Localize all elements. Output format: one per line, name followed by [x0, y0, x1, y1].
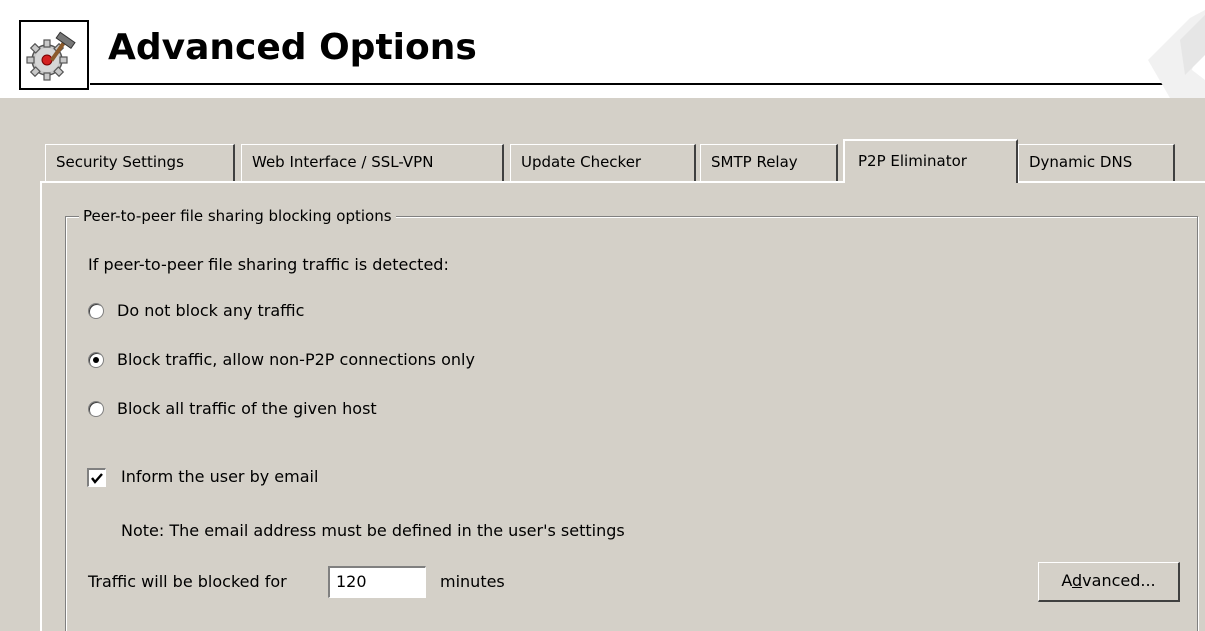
block-duration-input[interactable]: 120 [328, 566, 426, 598]
tab-p2p-eliminator[interactable]: P2P Eliminator [843, 139, 1018, 183]
group-legend: Peer-to-peer file sharing blocking optio… [79, 205, 396, 227]
advanced-button[interactable]: Advanced... [1038, 562, 1180, 602]
gear-tools-icon [19, 20, 89, 90]
checkmark-icon [91, 473, 103, 484]
radio-block-allow-non-p2p-label[interactable]: Block traffic, allow non-P2P connections… [117, 349, 475, 371]
tab-update-checker[interactable]: Update Checker [510, 144, 696, 181]
page-title: Advanced Options [108, 27, 477, 68]
advanced-button-mnemonic: d [1072, 571, 1083, 590]
inform-email-label[interactable]: Inform the user by email [121, 466, 318, 488]
detection-prompt: If peer-to-peer file sharing traffic is … [88, 255, 449, 274]
tab-smtp-relay[interactable]: SMTP Relay [700, 144, 838, 181]
corner-decoration [1130, 0, 1205, 98]
radio-do-not-block-label[interactable]: Do not block any traffic [117, 300, 304, 322]
tab-web-interface-ssl-vpn[interactable]: Web Interface / SSL-VPN [241, 144, 504, 181]
header-divider [90, 83, 1205, 85]
advanced-button-label-suffix: vanced... [1082, 571, 1156, 590]
radio-block-all-traffic[interactable] [88, 401, 104, 417]
block-duration-label: Traffic will be blocked for [88, 572, 287, 591]
inform-email-checkbox[interactable] [87, 468, 106, 487]
radio-selected-dot [93, 357, 99, 363]
header: Advanced Options [0, 0, 1205, 98]
tab-security-settings[interactable]: Security Settings [45, 144, 235, 181]
minutes-label: minutes [440, 572, 505, 591]
email-note: Note: The email address must be defined … [121, 521, 625, 540]
radio-do-not-block[interactable] [88, 303, 104, 319]
blocking-options-group [65, 216, 1198, 631]
advanced-button-label-prefix: A [1061, 571, 1073, 590]
radio-block-allow-non-p2p[interactable] [88, 352, 104, 368]
radio-block-all-traffic-label[interactable]: Block all traffic of the given host [117, 398, 377, 420]
tab-dynamic-dns[interactable]: Dynamic DNS [1018, 144, 1175, 181]
